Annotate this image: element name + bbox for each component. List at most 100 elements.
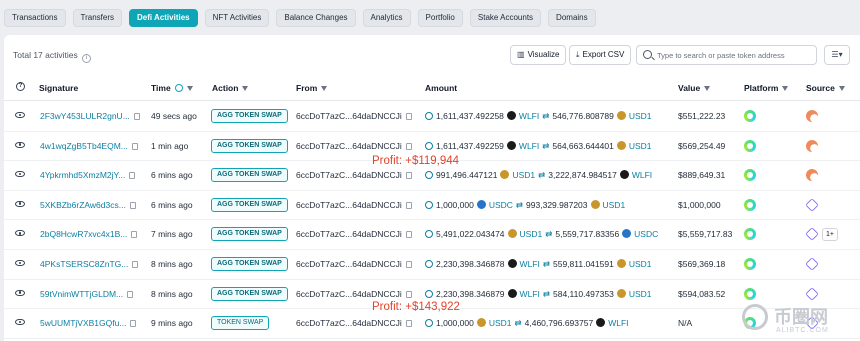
token-out-link[interactable]: USD1 bbox=[629, 141, 652, 151]
token-out-link[interactable]: USD1 bbox=[629, 289, 652, 299]
from-address[interactable]: 6ccDoT7azC...64daDNCCJi bbox=[296, 170, 402, 180]
col-value[interactable]: Value bbox=[678, 83, 711, 93]
signature-link[interactable]: 59tVnimWTTjGLDM... bbox=[40, 289, 123, 299]
copy-icon[interactable] bbox=[129, 201, 136, 209]
signature-link[interactable]: 4Ypkrmhd5XmzM2jY... bbox=[40, 170, 125, 180]
token-in-link[interactable]: WLFI bbox=[520, 259, 540, 269]
copy-icon[interactable] bbox=[129, 172, 136, 180]
col-from[interactable]: From bbox=[296, 83, 328, 93]
tab-domains[interactable]: Domains bbox=[548, 9, 596, 27]
tab-transfers[interactable]: Transfers bbox=[72, 9, 122, 27]
copy-icon[interactable] bbox=[405, 142, 412, 150]
from-address[interactable]: 6ccDoT7azC...64daDNCCJi bbox=[296, 200, 402, 210]
copy-icon[interactable] bbox=[405, 231, 412, 239]
token-in-link[interactable]: USDC bbox=[489, 200, 513, 210]
copy-icon[interactable] bbox=[127, 290, 134, 298]
source-icon[interactable] bbox=[806, 110, 818, 122]
token-in-link[interactable]: USD1 bbox=[520, 229, 543, 239]
signature-link[interactable]: 2F3wY453LULR2gnU... bbox=[40, 111, 130, 121]
eye-icon[interactable] bbox=[15, 319, 25, 326]
platform-icon[interactable] bbox=[744, 110, 756, 122]
source-icon[interactable] bbox=[805, 198, 819, 212]
token-in-link[interactable]: WLFI bbox=[519, 111, 539, 121]
eye-icon[interactable] bbox=[15, 200, 25, 207]
copy-icon[interactable] bbox=[405, 320, 412, 328]
token-out-link[interactable]: WLFI bbox=[632, 170, 652, 180]
token-out-link[interactable]: USD1 bbox=[629, 259, 652, 269]
eye-icon[interactable] bbox=[15, 171, 25, 178]
copy-icon[interactable] bbox=[133, 113, 140, 120]
platform-icon[interactable] bbox=[744, 139, 756, 152]
export-csv-button[interactable]: ⤓ Export CSV bbox=[569, 45, 632, 65]
tab-transactions[interactable]: Transactions bbox=[4, 9, 66, 27]
copy-icon[interactable] bbox=[405, 261, 412, 268]
filter-icon[interactable] bbox=[838, 86, 845, 91]
more-sources-badge[interactable]: 1+ bbox=[822, 228, 838, 242]
platform-icon[interactable] bbox=[744, 169, 756, 182]
signature-link[interactable]: 5wUUMTjVXB1GQfu... bbox=[40, 318, 126, 328]
signature-link[interactable]: 2bQ8HcwR7xvc4x1B... bbox=[40, 229, 127, 239]
eye-icon[interactable] bbox=[15, 112, 25, 118]
filter-icon[interactable] bbox=[321, 86, 328, 91]
tab-analytics[interactable]: Analytics bbox=[362, 9, 411, 27]
token-out-link[interactable]: USD1 bbox=[629, 111, 652, 121]
eye-icon[interactable] bbox=[15, 289, 25, 296]
tab-stake-accounts[interactable]: Stake Accounts bbox=[469, 9, 542, 27]
from-address[interactable]: 6ccDoT7azC...64daDNCCJi bbox=[296, 259, 402, 269]
source-icon[interactable] bbox=[805, 257, 819, 271]
copy-icon[interactable] bbox=[405, 201, 412, 209]
eye-icon[interactable] bbox=[15, 230, 25, 237]
token-in-link[interactable]: USD1 bbox=[489, 318, 512, 328]
token-out-link[interactable]: USDC bbox=[634, 229, 658, 239]
filter-icon[interactable] bbox=[242, 86, 249, 91]
help-icon[interactable]: ? bbox=[16, 82, 25, 91]
source-icon[interactable] bbox=[806, 169, 818, 182]
filter-icon[interactable] bbox=[782, 86, 789, 91]
platform-icon[interactable] bbox=[744, 228, 756, 241]
eye-icon[interactable] bbox=[15, 260, 25, 266]
tab-balance-changes[interactable]: Balance Changes bbox=[276, 9, 356, 27]
col-source[interactable]: Source bbox=[806, 83, 845, 93]
source-icon[interactable] bbox=[805, 286, 819, 301]
copy-icon[interactable] bbox=[405, 290, 412, 298]
signature-link[interactable]: 4PKsTSERSC8ZnTG... bbox=[40, 259, 128, 269]
filter-icon[interactable] bbox=[186, 86, 193, 91]
search-input[interactable] bbox=[657, 48, 812, 62]
source-icon[interactable] bbox=[805, 227, 819, 242]
tab-nft-activities[interactable]: NFT Activities bbox=[204, 9, 270, 27]
from-address[interactable]: 6ccDoT7azC...64daDNCCJi bbox=[296, 229, 402, 239]
from-address[interactable]: 6ccDoT7azC...64daDNCCJi bbox=[296, 111, 402, 121]
token-in-link[interactable]: WLFI bbox=[520, 289, 540, 299]
platform-icon[interactable] bbox=[744, 258, 756, 270]
token-in-link[interactable]: USD1 bbox=[512, 170, 535, 180]
info-icon[interactable]: i bbox=[82, 54, 92, 63]
copy-icon[interactable] bbox=[131, 142, 138, 150]
from-address[interactable]: 6ccDoT7azC...64daDNCCJi bbox=[296, 141, 402, 151]
activities-card: Total 17 activities i ▥ Visualize ⤓ Export… bbox=[4, 35, 860, 341]
source-icon[interactable] bbox=[806, 139, 818, 152]
token-out-link[interactable]: USD1 bbox=[603, 200, 626, 210]
signature-link[interactable]: 4w1wqZgB5Tb4EQM... bbox=[40, 141, 128, 151]
from-address[interactable]: 6ccDoT7azC...64daDNCCJi bbox=[296, 318, 402, 328]
token-in-link[interactable]: WLFI bbox=[519, 141, 539, 151]
signature-link[interactable]: 5XKBZb6rZAw6d3cs... bbox=[40, 200, 126, 210]
eye-icon[interactable] bbox=[15, 141, 25, 148]
clock-icon[interactable] bbox=[174, 84, 183, 92]
filter-icon[interactable] bbox=[704, 86, 711, 91]
col-platform[interactable]: Platform bbox=[744, 83, 789, 93]
column-settings-button[interactable]: ☰▾ bbox=[824, 45, 850, 65]
copy-icon[interactable] bbox=[405, 113, 412, 120]
visualize-button[interactable]: ▥ Visualize bbox=[510, 45, 567, 65]
copy-icon[interactable] bbox=[131, 231, 138, 239]
platform-icon[interactable] bbox=[744, 287, 756, 300]
col-action[interactable]: Action bbox=[212, 83, 249, 93]
tab-portfolio[interactable]: Portfolio bbox=[417, 9, 463, 27]
col-time[interactable]: Time bbox=[151, 83, 193, 93]
token-out-link[interactable]: WLFI bbox=[608, 318, 628, 328]
platform-icon[interactable] bbox=[744, 198, 756, 211]
tab-defi-activities[interactable]: Defi Activities bbox=[129, 9, 198, 27]
copy-icon[interactable] bbox=[132, 261, 139, 268]
from-address[interactable]: 6ccDoT7azC...64daDNCCJi bbox=[296, 289, 402, 299]
copy-icon[interactable] bbox=[405, 172, 412, 180]
copy-icon[interactable] bbox=[130, 320, 137, 328]
